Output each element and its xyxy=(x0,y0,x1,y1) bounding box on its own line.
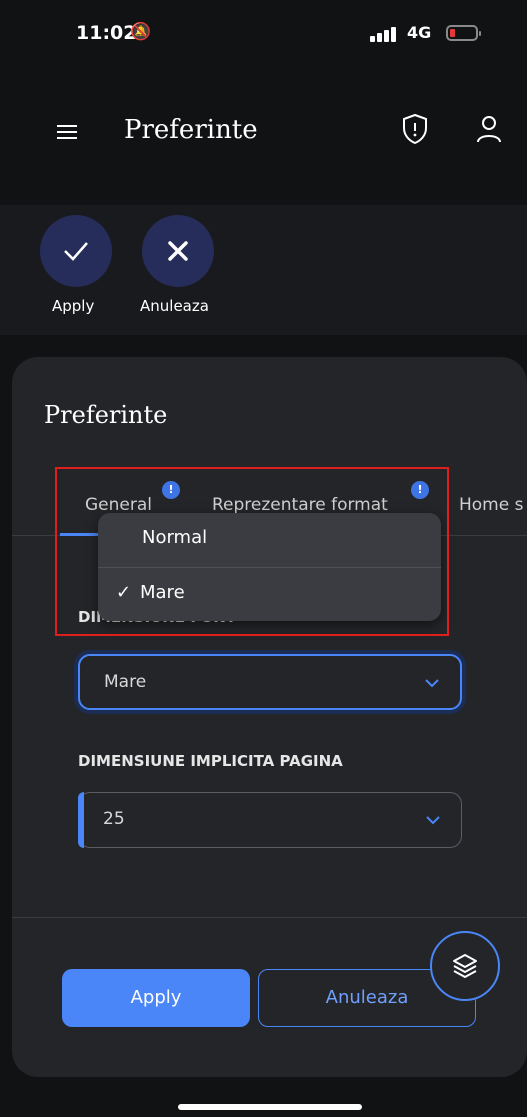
apply-action-button[interactable] xyxy=(40,215,112,287)
apply-button[interactable]: Apply xyxy=(62,969,250,1027)
select-accent-bar xyxy=(78,792,84,848)
cancel-action-label: Anuleaza xyxy=(140,297,209,315)
signal-icon xyxy=(370,26,400,42)
font-size-select[interactable]: Mare xyxy=(78,654,462,710)
page-size-value: 25 xyxy=(103,809,125,829)
page-size-select[interactable]: 25 xyxy=(78,792,462,848)
menu-icon[interactable] xyxy=(57,125,77,139)
clock: 11:02 xyxy=(76,22,137,44)
home-indicator xyxy=(178,1104,362,1110)
font-size-value: Mare xyxy=(104,672,147,692)
mute-bell-icon: 🔕 xyxy=(130,22,152,42)
network-type: 4G xyxy=(407,23,432,42)
page-size-label: DIMENSIUNE IMPLICITA PAGINA xyxy=(78,752,343,770)
preferences-panel: Preferinte General ! Reprezentare format… xyxy=(12,357,527,1077)
user-icon[interactable] xyxy=(474,113,504,145)
chevron-down-icon xyxy=(426,816,440,825)
status-bar: 11:02 🔕 4G xyxy=(0,0,527,70)
app-header: Preferinte xyxy=(0,95,527,165)
shield-alert-icon[interactable] xyxy=(400,113,430,145)
apply-action-label: Apply xyxy=(52,297,95,315)
tab-home[interactable]: Home s xyxy=(459,495,523,515)
chevron-down-icon xyxy=(425,679,439,688)
close-icon xyxy=(168,241,188,261)
highlight-box xyxy=(55,467,449,636)
check-icon xyxy=(64,242,88,261)
divider xyxy=(12,917,527,918)
battery-icon xyxy=(446,25,481,41)
layers-icon xyxy=(453,954,477,978)
panel-title: Preferinte xyxy=(44,401,168,429)
page-title: Preferinte xyxy=(124,115,258,145)
cancel-action-button[interactable] xyxy=(142,215,214,287)
layers-fab[interactable] xyxy=(430,931,500,1001)
action-bar: Apply Anuleaza xyxy=(0,205,527,335)
